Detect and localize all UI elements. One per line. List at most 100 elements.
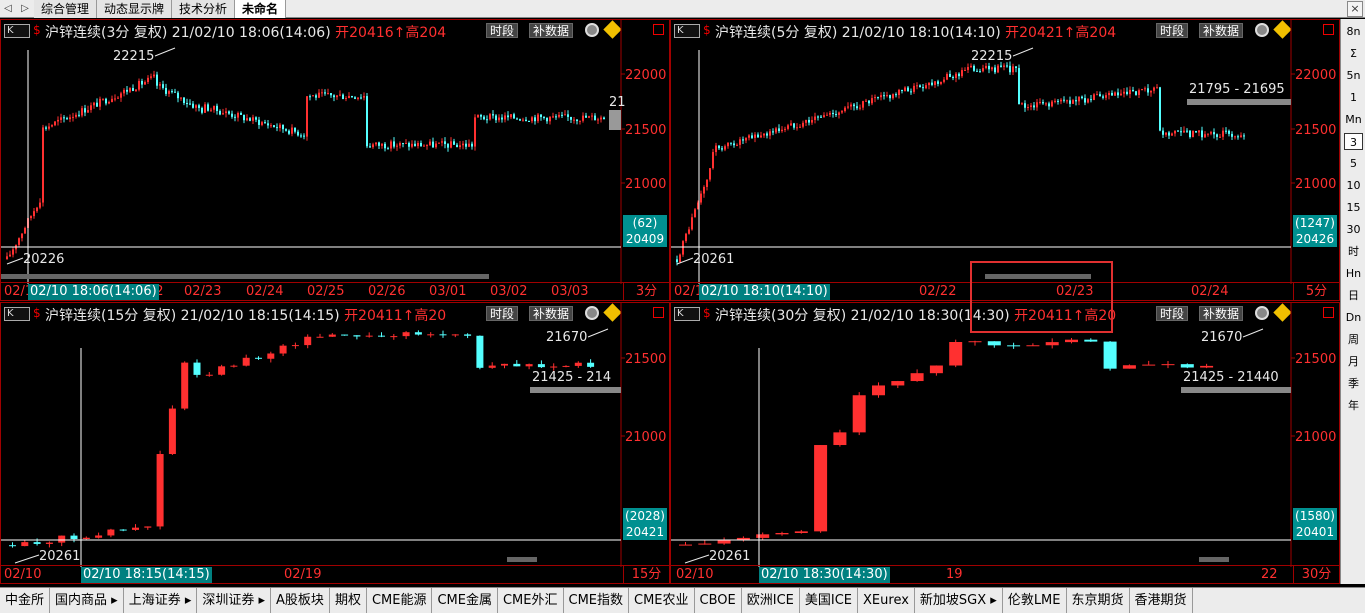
market-tab[interactable]: 香港期货 xyxy=(1130,588,1193,613)
market-tab[interactable]: 东京期货 xyxy=(1067,588,1130,613)
candle-body xyxy=(952,77,954,79)
candle-body xyxy=(597,119,599,121)
period-button[interactable]: Hn xyxy=(1344,265,1363,282)
tab-dynamic-board[interactable]: 动态显示牌 xyxy=(97,0,173,18)
period-button[interactable]: 时 xyxy=(1344,243,1363,260)
period-label[interactable]: 5分 xyxy=(1293,283,1339,300)
candle-body xyxy=(21,542,29,547)
candle-body xyxy=(54,121,56,126)
tab-scroll-right-icon[interactable]: ▷ xyxy=(17,0,33,18)
chart-panel[interactable]: K $ 沪锌连续(30分 复权) 21/02/10 18:30(14:30) 开20… xyxy=(670,302,1340,584)
candle-body xyxy=(1213,132,1215,135)
market-tab[interactable]: CME能源 xyxy=(367,588,433,613)
period-label[interactable]: 30分 xyxy=(1293,566,1339,583)
period-button[interactable]: Σ xyxy=(1344,45,1363,62)
candle-body xyxy=(1114,92,1116,96)
market-tab[interactable]: 中金所 xyxy=(0,588,51,613)
market-tab[interactable]: 欧洲ICE xyxy=(742,588,800,613)
candle-body xyxy=(778,128,780,132)
market-tab[interactable]: 深圳证券 ▸ xyxy=(197,588,272,613)
period-button[interactable]: 3 xyxy=(1344,133,1363,150)
market-tab[interactable]: CME金属 xyxy=(432,588,498,613)
market-tab[interactable]: CME农业 xyxy=(629,588,695,613)
candle-body xyxy=(528,120,530,122)
range-annotation: 21425 - 21440 xyxy=(1183,370,1279,385)
market-tab[interactable]: 国内商品 ▸ xyxy=(50,588,124,613)
candle-body xyxy=(205,374,213,376)
candle-body xyxy=(408,142,410,147)
candle-body xyxy=(703,186,705,194)
candle-body xyxy=(60,117,62,120)
period-button[interactable]: 5 xyxy=(1344,155,1363,172)
candle-body xyxy=(1210,132,1212,134)
period-button[interactable]: 月 xyxy=(1344,353,1363,370)
candle-body xyxy=(715,145,717,153)
market-tab[interactable]: 上海证券 ▸ xyxy=(124,588,198,613)
market-tab[interactable]: A股板块 xyxy=(271,588,330,613)
candle-body xyxy=(513,363,521,367)
close-icon[interactable]: × xyxy=(1347,1,1363,17)
period-button[interactable]: 5n xyxy=(1344,67,1363,84)
tab-technical-analysis[interactable]: 技术分析 xyxy=(172,0,236,18)
candle-body xyxy=(87,110,89,113)
candlestick-chart[interactable]: 21500 21000 21670 20261 21425 - 21440 xyxy=(671,303,1340,567)
period-label[interactable]: 3分 xyxy=(623,283,669,300)
period-button[interactable]: Dn xyxy=(1344,309,1363,326)
market-tab[interactable]: XEurex xyxy=(858,588,915,613)
chart-panel[interactable]: K $ 沪锌连续(15分 复权) 21/02/10 18:15(14:15) 开20… xyxy=(0,302,670,584)
chart-panel[interactable]: K $ 沪锌连续(5分 复权) 21/02/10 18:10(14:10) 开204… xyxy=(670,19,1340,301)
candle-body xyxy=(309,96,311,98)
candle-body xyxy=(273,125,275,128)
candle-body xyxy=(1171,133,1173,136)
period-button[interactable]: 日 xyxy=(1344,287,1363,304)
y-tick-label: 21000 xyxy=(1295,177,1336,192)
market-tab[interactable]: 伦敦LME xyxy=(1003,588,1067,613)
candle-body xyxy=(304,336,312,346)
candle-body xyxy=(439,334,447,336)
candle-body xyxy=(414,332,422,335)
market-tab[interactable]: CME指数 xyxy=(564,588,630,613)
period-button[interactable]: 10 xyxy=(1344,177,1363,194)
candle-body xyxy=(387,148,389,150)
period-button[interactable]: 季 xyxy=(1344,375,1363,392)
candle-body xyxy=(42,127,44,203)
market-tab[interactable]: 新加坡SGX ▸ xyxy=(915,588,1003,613)
scroll-thumb[interactable] xyxy=(1,274,489,279)
market-tab[interactable]: CME外汇 xyxy=(498,588,564,613)
candle-body xyxy=(1051,101,1053,107)
candle-body xyxy=(447,144,449,148)
period-button[interactable]: 1 xyxy=(1344,89,1363,106)
date-label: 02/25 xyxy=(307,284,345,299)
candle-body xyxy=(348,95,350,99)
period-label[interactable]: 15分 xyxy=(623,566,669,583)
candlestick-chart[interactable]: 22000 21500 21000 22215 20261 21795 - 21695 xyxy=(671,20,1340,284)
candle-body xyxy=(321,92,323,94)
period-button[interactable]: 30 xyxy=(1344,221,1363,238)
period-button[interactable]: 15 xyxy=(1344,199,1363,216)
candle-body xyxy=(922,87,924,89)
candle-body xyxy=(135,89,137,91)
chart-panel[interactable]: K $ 沪锌连续(3分 复权) 21/02/10 18:06(14:06) 开204… xyxy=(0,19,670,301)
candlestick-chart[interactable]: 21500 21000 21670 20261 21425 - 214 xyxy=(1,303,670,567)
candle-body xyxy=(1078,96,1080,102)
scroll-thumb[interactable] xyxy=(507,557,537,562)
candle-body xyxy=(1204,134,1206,138)
market-tab[interactable]: 美国ICE xyxy=(800,588,859,613)
period-button[interactable]: 周 xyxy=(1344,331,1363,348)
candle-body xyxy=(384,143,386,149)
candlestick-chart[interactable]: 22000 21500 21000 22215 20226 21 xyxy=(1,20,670,284)
market-tab[interactable]: CBOE xyxy=(695,588,742,613)
market-tab[interactable]: 期权 xyxy=(330,588,367,613)
scroll-thumb[interactable] xyxy=(1199,557,1229,562)
tab-untitled[interactable]: 未命名 xyxy=(235,0,287,18)
candle-body xyxy=(718,145,720,149)
period-button[interactable]: 年 xyxy=(1344,397,1363,414)
candle-body xyxy=(267,353,275,359)
period-button[interactable]: 8n xyxy=(1344,23,1363,40)
candle-body xyxy=(402,332,410,337)
tab-scroll-left-icon[interactable]: ◁ xyxy=(0,0,16,18)
tab-comprehensive[interactable]: 综合管理 xyxy=(34,0,98,18)
scroll-thumb[interactable] xyxy=(985,274,1091,279)
period-button[interactable]: Mn xyxy=(1344,111,1363,128)
candle-body xyxy=(84,108,86,113)
